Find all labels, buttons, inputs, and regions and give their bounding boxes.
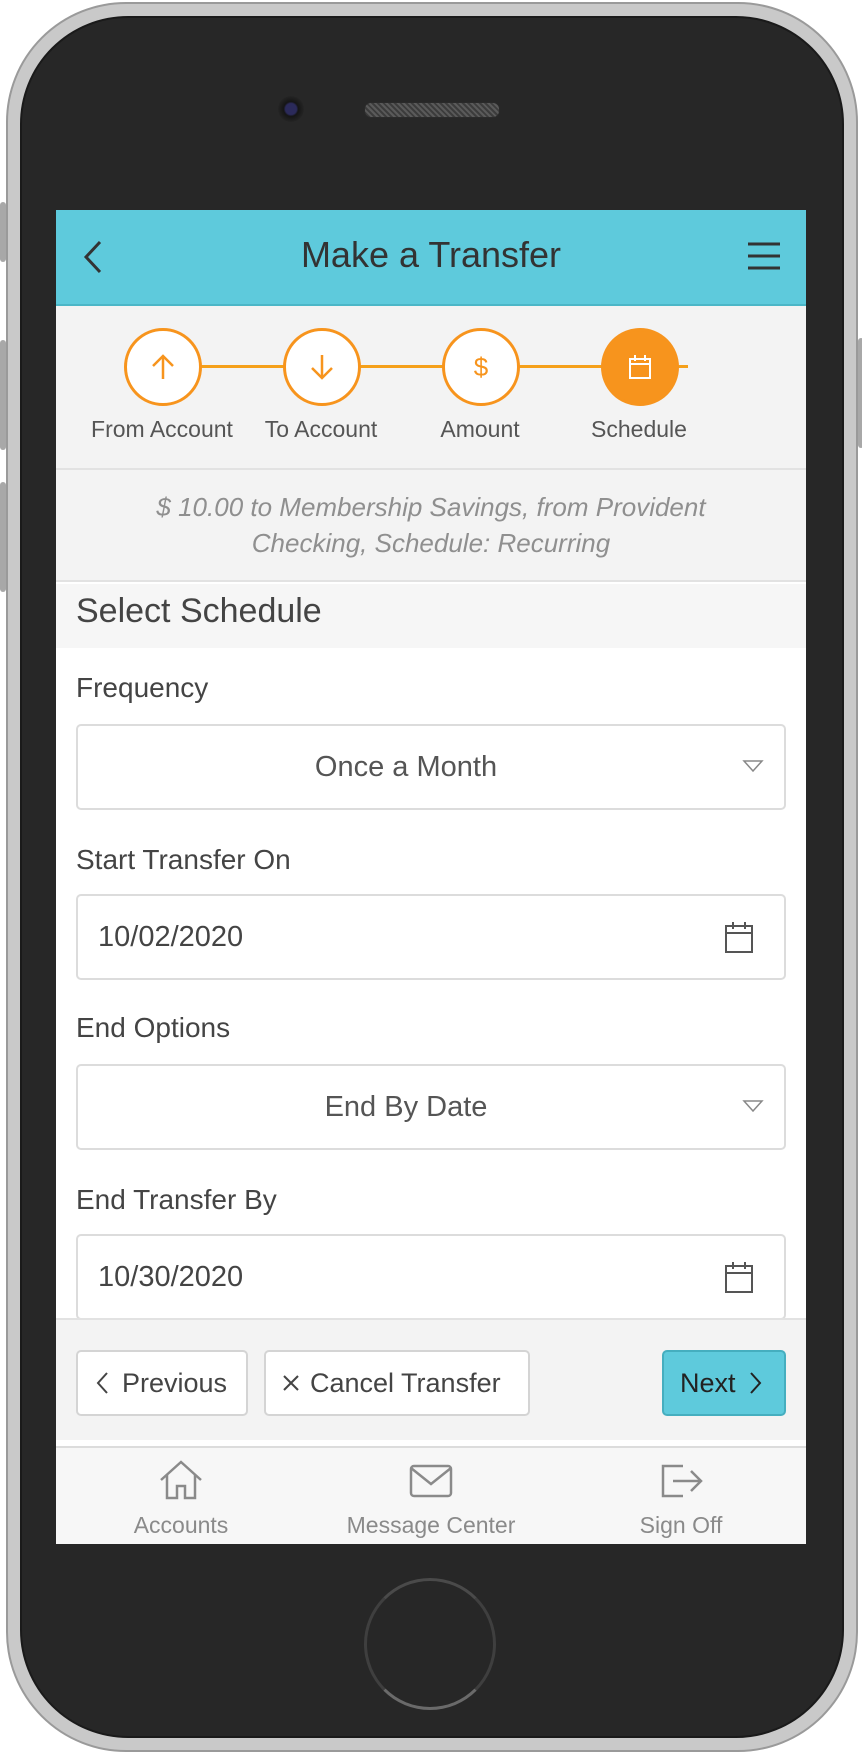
step-schedule[interactable]: Schedule [551, 306, 727, 470]
calendar-icon[interactable] [724, 920, 754, 954]
arrow-down-icon [311, 355, 333, 380]
volume-up-button [0, 340, 6, 450]
transfer-summary: $ 10.00 to Membership Savings, from Prov… [56, 470, 806, 582]
action-bar: Previous Cancel Transfer Next [56, 1318, 806, 1440]
step-from-account[interactable]: From Account [74, 306, 250, 470]
start-date-field[interactable]: 10/02/2020 [76, 894, 786, 980]
bottom-tab-bar: Accounts Message Center Sign Off [56, 1446, 806, 1544]
frequency-label: Frequency [76, 672, 209, 703]
tab-accounts[interactable]: Accounts [56, 1448, 306, 1544]
end-options-value: End By Date [324, 1091, 488, 1123]
dollar-icon: $ [474, 352, 489, 382]
step-label: From Account [91, 416, 233, 442]
step-circle [283, 328, 361, 406]
frequency-select[interactable]: Once a Month [76, 724, 786, 810]
frequency-value: Once a Month [314, 751, 498, 783]
app-screen: Make a Transfer From Account To Account … [56, 210, 806, 1544]
sign-out-icon [661, 1464, 703, 1498]
section-title: Select Schedule [56, 584, 806, 648]
next-button[interactable]: Next [662, 1350, 786, 1416]
chevron-right-icon [749, 1372, 761, 1394]
front-camera [278, 96, 304, 122]
end-date-field[interactable]: 10/30/2020 [76, 1234, 786, 1320]
dropdown-caret-icon [742, 1100, 764, 1113]
previous-button-label: Previous [122, 1367, 228, 1398]
tab-accounts-label: Accounts [133, 1512, 229, 1538]
end-date-label: End Transfer By [76, 1184, 277, 1215]
step-circle-active [601, 328, 679, 406]
step-amount[interactable]: $ Amount [392, 306, 568, 470]
end-date-value: 10/30/2020 [98, 1261, 244, 1293]
step-label: Amount [440, 416, 520, 442]
step-circle [124, 328, 202, 406]
dropdown-caret-icon [742, 760, 764, 773]
tab-message-center-label: Message Center [346, 1512, 516, 1538]
power-button [858, 338, 862, 448]
chevron-left-icon [96, 1372, 108, 1394]
cancel-transfer-button[interactable]: Cancel Transfer [264, 1350, 530, 1416]
page-title: Make a Transfer [300, 234, 562, 275]
tab-message-center[interactable]: Message Center [306, 1448, 556, 1544]
step-to-account[interactable]: To Account [233, 306, 409, 470]
cancel-transfer-button-label: Cancel Transfer [310, 1367, 501, 1398]
volume-down-button [0, 482, 6, 592]
end-options-label: End Options [76, 1012, 231, 1043]
mute-switch [0, 202, 6, 262]
arrow-up-icon [152, 354, 174, 379]
hamburger-menu-icon[interactable] [744, 236, 784, 276]
previous-button[interactable]: Previous [76, 1350, 248, 1416]
app-header: Make a Transfer [56, 210, 806, 306]
step-label: Schedule [591, 416, 687, 442]
earpiece-speaker [364, 102, 500, 118]
calendar-icon [629, 355, 651, 379]
step-circle: $ [442, 328, 520, 406]
end-options-select[interactable]: End By Date [76, 1064, 786, 1150]
home-icon [160, 1460, 202, 1500]
progress-stepper: From Account To Account $ Amount Schedul… [56, 306, 806, 470]
step-label: To Account [264, 416, 378, 442]
close-icon [283, 1375, 299, 1391]
svg-text:$: $ [474, 352, 489, 382]
next-button-label: Next [680, 1367, 736, 1398]
tab-sign-off[interactable]: Sign Off [556, 1448, 806, 1544]
start-date-label: Start Transfer On [76, 844, 291, 875]
mail-icon [409, 1464, 453, 1498]
home-button[interactable] [364, 1578, 496, 1710]
calendar-icon[interactable] [724, 1260, 754, 1294]
start-date-value: 10/02/2020 [98, 921, 244, 953]
tab-sign-off-label: Sign Off [639, 1512, 723, 1538]
